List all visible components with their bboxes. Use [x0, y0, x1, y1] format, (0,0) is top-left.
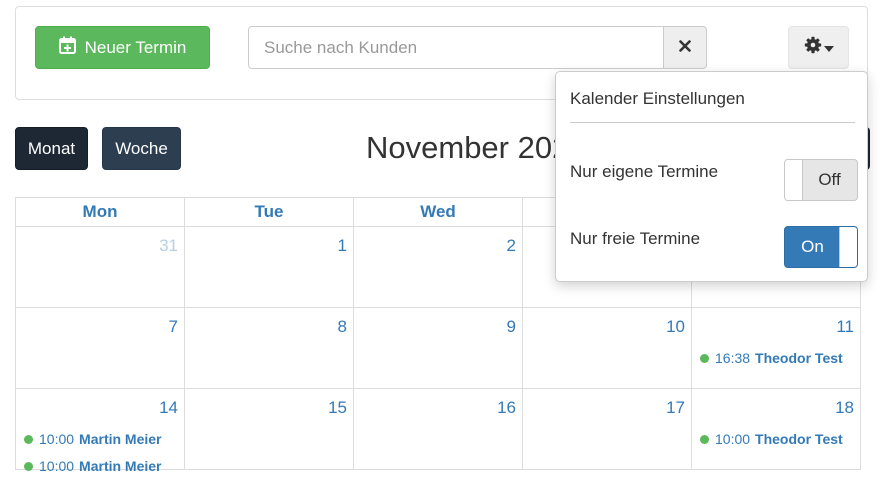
day-cell[interactable]: 31 [15, 226, 185, 308]
weekday-wed: Wed [353, 197, 523, 227]
settings-dropdown-button[interactable] [788, 26, 849, 69]
day-number: 2 [506, 236, 516, 255]
own-appointments-toggle[interactable]: Off [784, 159, 858, 201]
settings-divider [570, 122, 855, 123]
day-number: 15 [328, 398, 347, 417]
view-week-label: Woche [115, 138, 168, 158]
day-number: 8 [337, 317, 347, 336]
customer-search-input[interactable] [248, 26, 664, 69]
event-customer: Theodor Test [755, 431, 843, 447]
week-row: 14 10:00 Martin Meier 10:00 Martin Meier… [15, 388, 868, 474]
free-appointments-label: Nur freie Termine [570, 229, 701, 248]
day-cell[interactable]: 7 [15, 307, 185, 389]
settings-title: Kalender Einstellungen [570, 89, 745, 108]
calendar-event[interactable]: 10:00 Theodor Test [700, 431, 843, 447]
view-month-button[interactable]: Monat [15, 127, 88, 170]
day-cell[interactable]: 9 [353, 307, 523, 389]
toggle-knob [839, 227, 857, 267]
dot-icon [24, 434, 33, 444]
day-cell[interactable]: 1 [184, 226, 354, 308]
day-cell[interactable]: 17 [522, 388, 692, 470]
calendar-event[interactable]: 16:38 Theodor Test [700, 350, 843, 366]
event-time: 10:00 [715, 431, 751, 447]
dot-icon [700, 434, 709, 444]
dot-icon [24, 461, 33, 471]
search-clear-button[interactable] [663, 26, 707, 69]
event-time: 10:00 [39, 431, 75, 447]
close-icon [679, 39, 691, 57]
day-number: 10 [666, 317, 685, 336]
customer-search [248, 26, 707, 69]
day-number: 17 [666, 398, 685, 417]
toggle-state: Off [818, 170, 841, 189]
event-time: 10:00 [39, 458, 75, 474]
day-number: 31 [159, 236, 178, 255]
new-appointment-button[interactable]: Neuer Termin [35, 26, 210, 69]
view-week-button[interactable]: Woche [102, 127, 181, 170]
day-number: 18 [835, 398, 854, 417]
free-appointments-toggle[interactable]: On [784, 226, 858, 268]
day-number: 11 [836, 317, 854, 336]
day-cell[interactable]: 11 16:38 Theodor Test [691, 307, 861, 389]
new-appointment-label: Neuer Termin [84, 37, 187, 57]
view-month-label: Monat [27, 138, 76, 158]
day-cell[interactable]: 16 [353, 388, 523, 470]
event-customer: Theodor Test [755, 350, 843, 366]
day-number: 7 [168, 317, 178, 336]
toggle-state: On [801, 237, 824, 256]
day-number: 14 [159, 398, 178, 417]
day-number: 1 [337, 236, 347, 255]
day-cell[interactable]: 10 [522, 307, 692, 389]
calendar-plus-icon [58, 36, 76, 59]
caret-down-icon [823, 39, 834, 57]
calendar-title: November 202 [366, 130, 570, 165]
weekday-mon: Mon [15, 197, 185, 227]
day-number: 9 [506, 317, 516, 336]
own-appointments-label: Nur eigene Termine [570, 162, 719, 181]
calendar-settings-popover: Kalender Einstellungen Nur eigene Termin… [555, 71, 868, 282]
weekday-tue: Tue [184, 197, 354, 227]
event-time: 16:38 [715, 350, 751, 366]
toggle-knob [785, 160, 803, 200]
day-cell[interactable]: 18 10:00 Theodor Test [691, 388, 861, 470]
dot-icon [700, 353, 709, 363]
day-cell[interactable]: 2 [353, 226, 523, 308]
gear-icon [804, 36, 822, 59]
day-cell[interactable]: 14 10:00 Martin Meier 10:00 Martin Meier [15, 388, 185, 474]
event-customer: Martin Meier [79, 431, 162, 447]
day-cell[interactable]: 8 [184, 307, 354, 389]
day-cell[interactable]: 15 [184, 388, 354, 470]
day-number: 16 [497, 398, 516, 417]
calendar-event[interactable]: 10:00 Martin Meier [24, 458, 162, 474]
event-customer: Martin Meier [79, 458, 162, 474]
week-row: 7 8 9 10 11 16:38 Theodor Test [15, 307, 868, 389]
calendar-event[interactable]: 10:00 Martin Meier [24, 431, 162, 447]
